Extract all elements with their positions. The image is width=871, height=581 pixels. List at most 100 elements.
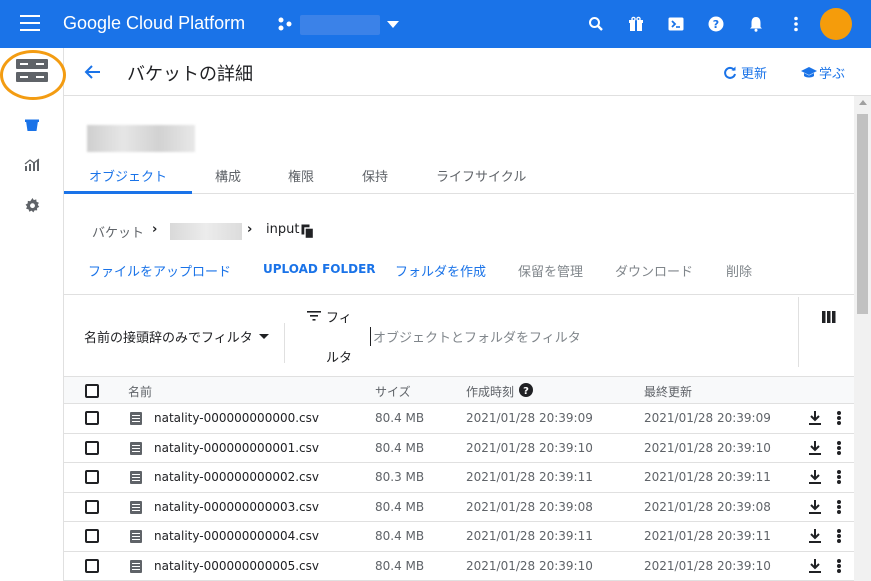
updated-time: 2021/01/28 20:39:11 (644, 529, 771, 543)
row-checkbox[interactable] (85, 440, 99, 455)
delete-button[interactable]: 削除 (726, 261, 752, 280)
school-icon (801, 66, 817, 77)
refresh-icon (724, 66, 736, 79)
file-icon (130, 500, 142, 514)
refresh-button[interactable]: 更新 (723, 63, 767, 82)
vertical-scrollbar[interactable] (854, 96, 871, 581)
more-vert-icon[interactable] (837, 411, 841, 425)
scroll-up-arrow-icon[interactable] (859, 100, 867, 105)
project-dropdown-icon[interactable] (387, 21, 399, 28)
column-name[interactable]: 名前 (128, 383, 152, 400)
project-name-redacted[interactable] (300, 15, 380, 35)
updated-time: 2021/01/28 20:39:10 (644, 440, 771, 455)
prefix-filter-dropdown[interactable]: 名前の接頭辞のみでフィルタ (84, 327, 269, 346)
bucket-name-redacted (87, 125, 195, 152)
product-name[interactable]: Google Cloud Platform (63, 13, 245, 34)
file-icon (130, 559, 142, 573)
row-checkbox[interactable] (85, 411, 99, 425)
file-name-link[interactable]: natality-000000000004.csv (154, 529, 319, 543)
download-icon[interactable] (808, 499, 822, 515)
breadcrumb-bucket[interactable]: バケット (92, 222, 144, 241)
monitoring-chart-icon[interactable] (22, 155, 42, 175)
account-avatar[interactable] (820, 8, 852, 40)
table-row[interactable]: natality-000000000003.csv 80.4 MB 2021/0… (64, 493, 854, 522)
cloud-shell-icon[interactable] (666, 14, 686, 34)
table-row[interactable]: natality-000000000005.csv 80.4 MB 2021/0… (64, 552, 854, 581)
more-vert-icon[interactable] (837, 499, 841, 514)
created-time: 2021/01/28 20:39:08 (466, 499, 593, 514)
table-row[interactable]: natality-000000000004.csv 80.4 MB 2021/0… (64, 522, 854, 552)
more-vert-icon[interactable] (837, 558, 841, 573)
manage-holds-button[interactable]: 保留を管理 (518, 261, 583, 280)
upload-folder-button[interactable]: UPLOAD FOLDER (263, 262, 376, 276)
browser-bucket-icon[interactable] (22, 115, 42, 135)
breadcrumb-bucket-name-redacted[interactable] (170, 223, 242, 240)
column-updated[interactable]: 最終更新 (644, 383, 692, 400)
file-name-link[interactable]: natality-000000000000.csv (154, 411, 319, 425)
filter-list-icon[interactable] (307, 310, 321, 322)
row-checkbox[interactable] (85, 499, 99, 514)
more-vert-icon[interactable] (837, 440, 841, 455)
learn-label: 学ぶ (819, 67, 846, 82)
table-row[interactable]: natality-000000000001.csv 80.4 MB 2021/0… (64, 434, 854, 463)
search-icon[interactable] (586, 14, 606, 34)
settings-gear-icon[interactable] (22, 195, 42, 215)
tab-retention[interactable]: 保持 (362, 166, 388, 185)
file-name-link[interactable]: natality-000000000005.csv (154, 559, 319, 573)
dropdown-caret-icon (258, 334, 269, 339)
filter-input[interactable]: オブジェクトとフォルダをフィルタ (370, 327, 581, 346)
updated-time: 2021/01/28 20:39:09 (644, 411, 771, 425)
copy-icon[interactable] (301, 224, 314, 239)
more-vert-icon[interactable] (837, 529, 841, 543)
tab-configuration[interactable]: 構成 (215, 166, 241, 185)
left-nav (0, 48, 64, 581)
file-size: 80.4 MB (375, 499, 425, 514)
tab-objects[interactable]: オブジェクト (89, 166, 167, 185)
help-icon[interactable]: ? (706, 14, 726, 34)
table-row[interactable]: natality-000000000000.csv 80.4 MB 2021/0… (64, 404, 854, 434)
learn-button[interactable]: 学ぶ (801, 63, 845, 82)
row-checkbox[interactable] (85, 558, 99, 573)
more-vert-icon[interactable] (837, 470, 841, 484)
chevron-right-icon: › (247, 222, 253, 237)
tab-permissions[interactable]: 権限 (288, 166, 314, 185)
gift-icon[interactable] (626, 14, 646, 34)
more-vert-icon[interactable] (786, 14, 806, 34)
menu-icon[interactable] (20, 15, 40, 33)
help-icon[interactable]: ? (519, 383, 533, 397)
file-size: 80.4 MB (375, 440, 425, 455)
created-time: 2021/01/28 20:39:11 (466, 470, 593, 484)
download-button[interactable]: ダウンロード (615, 261, 693, 280)
svg-text:?: ? (713, 18, 719, 31)
notifications-icon[interactable] (746, 14, 766, 34)
select-all-checkbox[interactable] (85, 384, 99, 398)
page-title: バケットの詳細 (127, 64, 253, 85)
download-icon[interactable] (808, 558, 822, 574)
file-name-link[interactable]: natality-000000000001.csv (154, 441, 319, 455)
file-name-link[interactable]: natality-000000000003.csv (154, 500, 319, 514)
back-arrow-icon[interactable] (82, 62, 102, 82)
download-icon[interactable] (808, 440, 822, 456)
row-checkbox[interactable] (85, 470, 99, 484)
svg-text:?: ? (523, 386, 529, 397)
file-name-link[interactable]: natality-000000000002.csv (154, 470, 319, 484)
column-display-icon[interactable] (822, 311, 836, 323)
download-icon[interactable] (808, 528, 822, 544)
download-icon[interactable] (808, 469, 822, 485)
file-icon (130, 441, 142, 455)
table-row[interactable]: natality-000000000002.csv 80.3 MB 2021/0… (64, 463, 854, 493)
filter-bar: 名前の接頭辞のみでフィルタ フィ ルタ オブジェクトとフォルダをフィルタ (64, 294, 854, 376)
updated-time: 2021/01/28 20:39:11 (644, 470, 771, 484)
column-size[interactable]: サイズ (375, 383, 411, 400)
row-checkbox[interactable] (85, 529, 99, 543)
tab-lifecycle[interactable]: ライフサイクル (436, 166, 526, 185)
chevron-right-icon: › (152, 222, 158, 237)
column-created[interactable]: 作成時刻 (466, 383, 514, 400)
file-icon (130, 530, 142, 543)
scrollbar-thumb[interactable] (857, 114, 868, 314)
download-icon[interactable] (808, 410, 822, 426)
file-size: 80.4 MB (375, 558, 425, 573)
create-folder-button[interactable]: フォルダを作成 (395, 261, 486, 280)
project-icon[interactable] (278, 16, 294, 32)
upload-files-button[interactable]: ファイルをアップロード (88, 261, 231, 280)
